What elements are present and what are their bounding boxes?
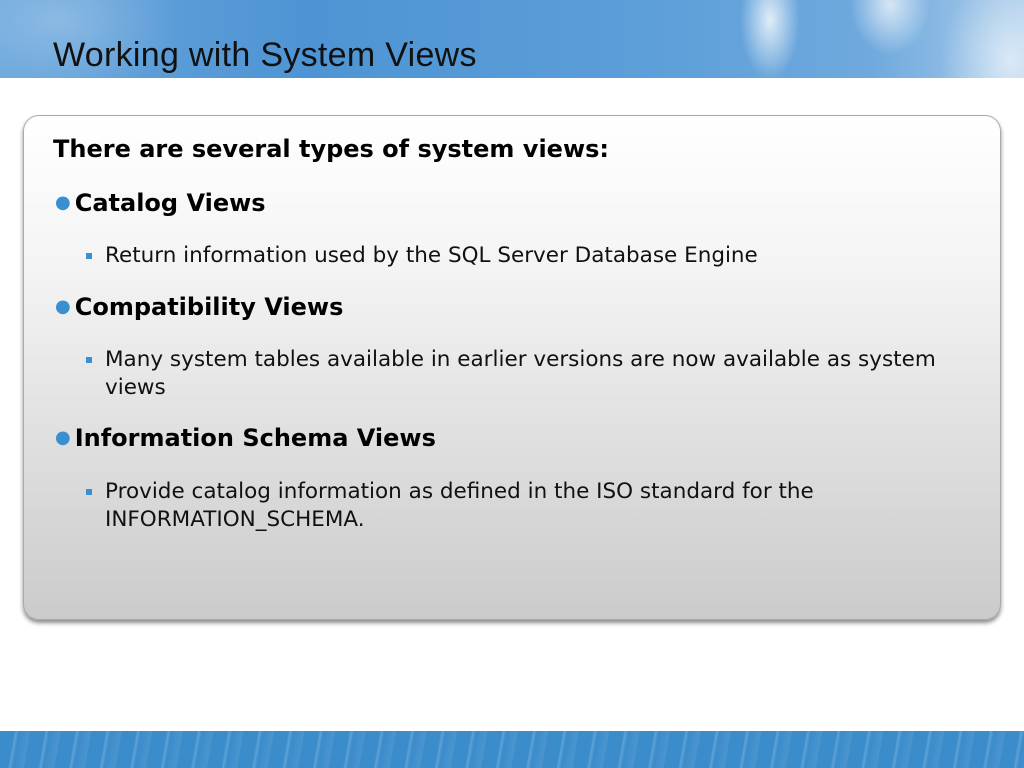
slide-title: Working with System Views <box>53 36 477 74</box>
square-bullet-icon <box>86 253 92 259</box>
square-bullet-icon <box>86 489 92 495</box>
bullet-catalog-views: ● Catalog Views <box>55 189 266 217</box>
sub-bullet: Provide catalog information as defined i… <box>86 478 966 534</box>
square-bullet-icon <box>86 357 92 363</box>
bullet-information-schema-views: ● Information Schema Views <box>55 424 436 452</box>
footer-banner <box>0 731 1024 768</box>
bullet-heading: Information Schema Views <box>74 424 436 452</box>
bullet-dot-icon: ● <box>55 296 71 317</box>
bullet-compatibility-views: ● Compatibility Views <box>55 293 343 321</box>
bullet-dot-icon: ● <box>55 427 71 448</box>
sub-bullet-text: Provide catalog information as defined i… <box>105 479 814 532</box>
sub-bullet: Many system tables available in earlier … <box>86 346 966 402</box>
bullet-heading: Compatibility Views <box>74 293 344 321</box>
intro-text: There are several types of system views: <box>53 135 609 163</box>
bullet-heading: Catalog Views <box>74 189 266 217</box>
sub-bullet-text: Many system tables available in earlier … <box>105 347 936 400</box>
bullet-dot-icon: ● <box>55 192 71 213</box>
sub-bullet: Return information used by the SQL Serve… <box>86 242 966 270</box>
sub-bullet-text: Return information used by the SQL Serve… <box>105 243 758 268</box>
